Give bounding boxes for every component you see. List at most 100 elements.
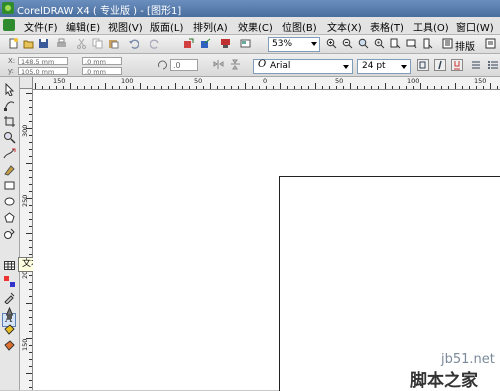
mirror-vertical-icon[interactable] <box>230 59 241 70</box>
export-icon[interactable] <box>200 38 211 49</box>
menu-bitmaps[interactable]: 位图(B) <box>282 19 317 34</box>
ruler-tick <box>84 86 85 89</box>
ruler-label: 100 <box>407 77 420 85</box>
zoom-page-height-icon[interactable] <box>422 38 433 49</box>
chevron-down-icon <box>343 65 349 69</box>
basic-shapes-tool-icon[interactable] <box>3 227 16 240</box>
height-field[interactable]: .0 mm <box>82 67 122 76</box>
welcome-screen-icon[interactable] <box>240 38 251 49</box>
ruler-tick <box>315 83 316 89</box>
ruler-tick <box>483 86 484 89</box>
ruler-tick <box>29 219 32 220</box>
ruler-tick <box>441 86 442 89</box>
smart-fill-tool-icon[interactable] <box>3 163 16 176</box>
zoom-out-icon[interactable] <box>342 38 353 49</box>
ruler-tick <box>252 86 253 89</box>
outline-pen-tool-icon[interactable] <box>3 307 16 320</box>
menu-bar: 文件(F) 编辑(E) 视图(V) 版面(L) 排列(A) 效果(C) 位图(B… <box>0 17 500 35</box>
vertical-ruler[interactable]: 300 250 200 150 <box>20 89 33 390</box>
cut-icon[interactable] <box>76 38 87 49</box>
print-icon[interactable] <box>56 38 67 49</box>
ruler-tick <box>364 86 365 89</box>
menu-view[interactable]: 视图(V) <box>108 19 143 34</box>
menu-text[interactable]: 文本(X) <box>327 19 362 34</box>
ruler-tick <box>336 86 337 89</box>
ruler-tick <box>26 128 32 129</box>
document-icon[interactable] <box>3 19 15 31</box>
menu-window[interactable]: 窗口(W) <box>456 19 494 34</box>
ruler-tick <box>29 170 32 171</box>
fill-tool-icon[interactable] <box>3 323 16 336</box>
menu-layout[interactable]: 版面(L) <box>150 19 183 34</box>
font-family-select[interactable]: O Arial <box>253 59 353 74</box>
open-folder-icon[interactable] <box>23 38 34 49</box>
window-title: CorelDRAW X4 ( 专业版 ) - [图形1] <box>17 6 182 17</box>
zoom-page-icon[interactable] <box>390 38 401 49</box>
ruler-origin[interactable] <box>20 77 33 89</box>
pick-tool-icon[interactable] <box>3 83 16 96</box>
y-position-field[interactable]: 105.0 mm <box>18 67 68 76</box>
zoom-tool-icon[interactable] <box>3 131 16 144</box>
ruler-label: 150 <box>53 77 66 85</box>
ruler-tick <box>371 86 372 89</box>
redo-icon[interactable] <box>150 38 161 49</box>
ruler-tick <box>29 331 32 332</box>
eyedropper-tool-icon[interactable] <box>3 291 16 304</box>
bullet-list-icon[interactable] <box>487 59 499 71</box>
underline-icon[interactable] <box>451 59 463 71</box>
menu-edit[interactable]: 编辑(E) <box>66 19 100 34</box>
ellipse-tool-icon[interactable] <box>3 195 16 208</box>
italic-icon[interactable] <box>434 59 446 71</box>
menu-file[interactable]: 文件(F) <box>24 19 58 34</box>
rectangle-tool-icon[interactable] <box>3 179 16 192</box>
ruler-tick <box>294 86 295 89</box>
layout-icon[interactable] <box>442 38 453 49</box>
freehand-tool-icon[interactable] <box>3 147 16 160</box>
standard-toolbar: 53% 排版 <box>0 35 500 54</box>
watermark-domain: jb51.net <box>441 352 495 367</box>
layout-label[interactable]: 排版 <box>455 38 475 53</box>
application-launcher-icon[interactable] <box>220 38 231 49</box>
ruler-label: 300 <box>21 124 29 137</box>
copy-icon[interactable] <box>92 38 103 49</box>
import-icon[interactable] <box>183 38 194 49</box>
ruler-tick <box>490 83 491 89</box>
menu-tools[interactable]: 工具(O) <box>413 19 449 34</box>
zoom-page-width-icon[interactable] <box>406 38 417 49</box>
ruler-tick <box>63 86 64 89</box>
width-field[interactable]: .0 mm <box>82 57 122 66</box>
zoom-selected-icon[interactable] <box>358 38 369 49</box>
zoom-in-icon[interactable] <box>326 38 337 49</box>
text-align-icon[interactable] <box>470 59 482 71</box>
polygon-tool-icon[interactable] <box>3 211 16 224</box>
table-tool-icon[interactable] <box>3 259 16 272</box>
save-icon[interactable] <box>38 38 49 49</box>
menu-effects[interactable]: 效果(C) <box>238 19 273 34</box>
coreldraw-app-icon[interactable] <box>2 2 14 14</box>
rotation-angle-field[interactable]: .0 <box>170 59 198 71</box>
zoom-level-select[interactable]: 53% <box>268 37 320 52</box>
shape-tool-icon[interactable] <box>3 99 16 112</box>
paste-icon[interactable] <box>108 38 119 49</box>
interactive-fill-tool-icon[interactable] <box>3 339 16 352</box>
ruler-tick <box>476 86 477 89</box>
zoom-all-objects-icon[interactable] <box>374 38 385 49</box>
horizontal-ruler[interactable]: 150 100 50 0 50 100 150 <box>33 77 500 90</box>
font-size-select[interactable]: 24 pt <box>357 59 411 74</box>
ruler-tick <box>29 352 32 353</box>
rotation-icon <box>158 60 167 70</box>
ruler-tick <box>29 310 32 311</box>
menu-table[interactable]: 表格(T) <box>370 19 404 34</box>
y-label: y: <box>8 67 14 75</box>
undo-icon[interactable] <box>128 38 139 49</box>
more-options-icon[interactable] <box>485 38 496 49</box>
crop-tool-icon[interactable] <box>3 115 16 128</box>
mirror-horizontal-icon[interactable] <box>213 59 224 70</box>
ruler-tick <box>29 177 32 178</box>
x-position-field[interactable]: 148.5 mm <box>18 57 68 66</box>
blend-tool-icon[interactable] <box>3 275 16 288</box>
ruler-tick <box>112 86 113 89</box>
new-document-icon[interactable] <box>8 38 19 49</box>
menu-arrange[interactable]: 排列(A) <box>193 19 228 34</box>
bold-icon[interactable] <box>417 59 429 71</box>
